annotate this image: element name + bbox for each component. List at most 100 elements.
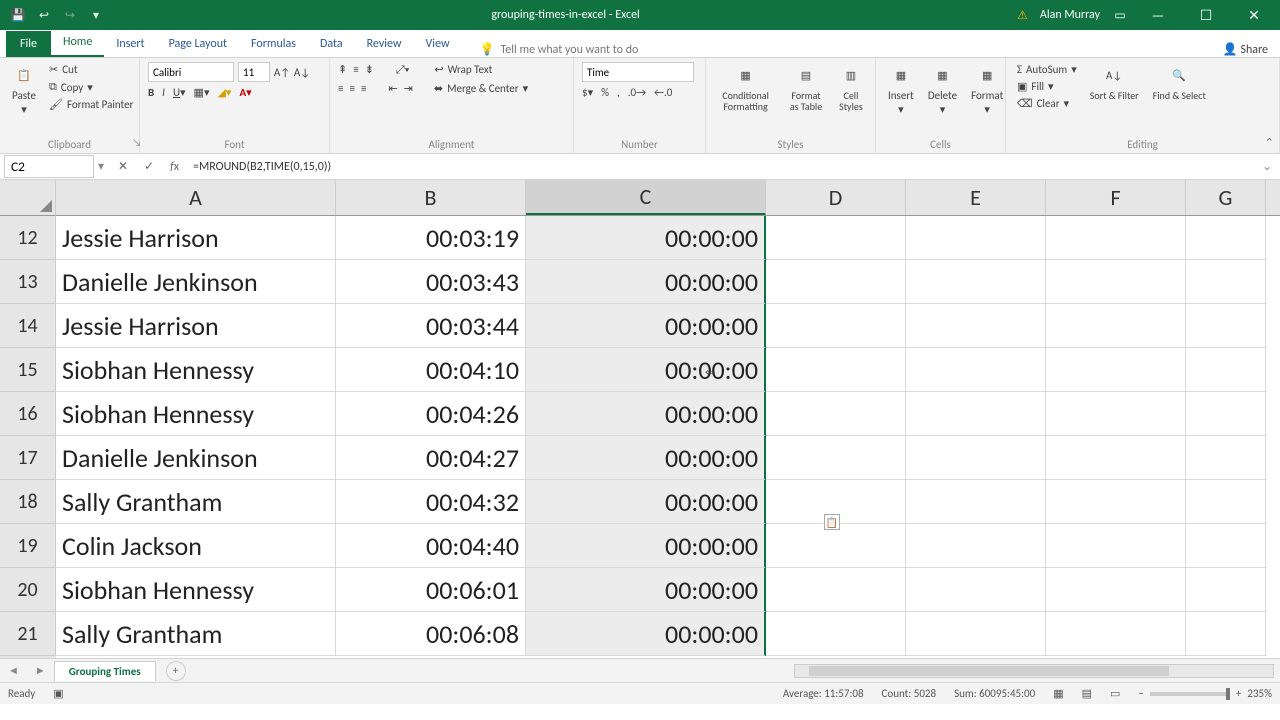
paste-button[interactable]: 📋 Paste ▾ xyxy=(8,62,40,118)
row-header[interactable]: 17 xyxy=(0,436,56,480)
cell[interactable]: 00:06:08 xyxy=(336,612,526,656)
cell[interactable] xyxy=(1046,612,1186,656)
cell[interactable] xyxy=(1186,436,1266,480)
share-button[interactable]: 👤 Share xyxy=(1223,42,1268,57)
cell[interactable] xyxy=(766,568,906,612)
decrease-font-icon[interactable]: A↓ xyxy=(294,64,310,80)
fill-button[interactable]: ▣Fill▾ xyxy=(1014,79,1080,94)
collapse-ribbon-icon[interactable]: ⌃ xyxy=(1265,136,1274,149)
cell[interactable] xyxy=(906,216,1046,260)
cell[interactable] xyxy=(906,392,1046,436)
font-name-input[interactable] xyxy=(148,62,234,82)
cell[interactable] xyxy=(1046,568,1186,612)
fx-icon[interactable]: fx xyxy=(162,160,187,174)
ribbon-display-icon[interactable]: ▭ xyxy=(1112,7,1128,23)
row-header[interactable]: 20 xyxy=(0,568,56,612)
cell[interactable] xyxy=(766,612,906,656)
cancel-formula-icon[interactable]: ✕ xyxy=(110,159,136,174)
column-header-b[interactable]: B xyxy=(336,180,526,215)
comma-format-icon[interactable]: , xyxy=(617,86,620,99)
cell[interactable]: 00:03:44 xyxy=(336,304,526,348)
align-middle-icon[interactable]: ≡ xyxy=(353,63,358,76)
redo-icon[interactable]: ↪ xyxy=(62,7,78,23)
cell[interactable]: Sally Grantham xyxy=(56,612,336,656)
cell[interactable]: Siobhan Hennessy xyxy=(56,568,336,612)
column-header-f[interactable]: F xyxy=(1046,180,1186,215)
cell[interactable] xyxy=(766,260,906,304)
view-normal-icon[interactable]: ▦ xyxy=(1053,687,1063,700)
cell[interactable]: Danielle Jenkinson xyxy=(56,260,336,304)
increase-decimal-icon[interactable]: .0→ xyxy=(628,86,646,99)
cell[interactable]: 00:04:27 xyxy=(336,436,526,480)
cell[interactable] xyxy=(1046,480,1186,524)
cell[interactable] xyxy=(1186,304,1266,348)
close-button[interactable]: ✕ xyxy=(1236,7,1272,24)
cell[interactable] xyxy=(906,304,1046,348)
cell[interactable] xyxy=(1186,480,1266,524)
cell[interactable] xyxy=(1186,216,1266,260)
cell[interactable] xyxy=(766,392,906,436)
cell[interactable]: 00:04:40 xyxy=(336,524,526,568)
tab-home[interactable]: Home xyxy=(51,29,104,57)
cell[interactable] xyxy=(906,524,1046,568)
chevron-down-icon[interactable]: ▾ xyxy=(98,159,110,174)
cell[interactable]: 00:00:00 xyxy=(526,612,766,656)
row-header[interactable]: 19 xyxy=(0,524,56,568)
column-header-a[interactable]: A xyxy=(56,180,336,215)
align-left-icon[interactable]: ≡ xyxy=(338,82,343,95)
bold-button[interactable]: B xyxy=(148,86,154,99)
cell[interactable] xyxy=(1046,348,1186,392)
decrease-decimal-icon[interactable]: ←.0 xyxy=(654,86,672,99)
cell[interactable] xyxy=(1046,392,1186,436)
number-format-select[interactable] xyxy=(582,62,694,82)
row-header[interactable]: 15 xyxy=(0,348,56,392)
cell[interactable]: 00:00:00 xyxy=(526,524,766,568)
copy-button[interactable]: ⧉Copy▾ xyxy=(46,79,136,95)
dialog-launcher-icon[interactable]: ↘ xyxy=(132,136,142,149)
cell[interactable]: 00:03:43 xyxy=(336,260,526,304)
tab-data[interactable]: Data xyxy=(308,31,355,57)
cell[interactable] xyxy=(1186,260,1266,304)
clear-button[interactable]: ⌫Clear▾ xyxy=(1014,96,1080,111)
view-page-layout-icon[interactable]: ▤ xyxy=(1082,687,1092,700)
cell[interactable]: Colin Jackson xyxy=(56,524,336,568)
cell[interactable]: Jessie Harrison xyxy=(56,216,336,260)
enter-formula-icon[interactable]: ✓ xyxy=(136,159,162,174)
zoom-out-icon[interactable]: − xyxy=(1138,687,1143,700)
delete-cells-button[interactable]: ▦Delete▾ xyxy=(924,62,961,118)
view-page-break-icon[interactable]: ▭ xyxy=(1110,687,1120,700)
cell-styles-button[interactable]: ▥Cell Styles xyxy=(835,62,867,114)
cell[interactable]: 00:00:00 xyxy=(526,304,766,348)
cell[interactable] xyxy=(906,348,1046,392)
cell[interactable]: Siobhan Hennessy xyxy=(56,392,336,436)
increase-font-icon[interactable]: A↑ xyxy=(274,64,290,80)
cell[interactable]: 00:00:00 xyxy=(526,216,766,260)
format-as-table-button[interactable]: ▤Format as Table xyxy=(783,62,829,114)
cell[interactable]: 00:00:00 xyxy=(526,348,766,392)
cell[interactable] xyxy=(1186,612,1266,656)
cell[interactable] xyxy=(906,612,1046,656)
tab-view[interactable]: View xyxy=(414,31,462,57)
save-icon[interactable]: 💾 xyxy=(10,7,26,23)
column-header-e[interactable]: E xyxy=(906,180,1046,215)
cell[interactable] xyxy=(766,524,906,568)
cell[interactable] xyxy=(766,216,906,260)
column-header-g[interactable]: G xyxy=(1186,180,1266,215)
tab-nav-next-icon[interactable]: ► xyxy=(27,664,54,677)
cell[interactable]: Siobhan Hennessy xyxy=(56,348,336,392)
tab-formulas[interactable]: Formulas xyxy=(239,31,308,57)
cell[interactable] xyxy=(766,304,906,348)
insert-cells-button[interactable]: ▦Insert▾ xyxy=(884,62,918,118)
cut-button[interactable]: ✂Cut xyxy=(46,62,136,77)
cell[interactable]: 00:00:00 xyxy=(526,392,766,436)
row-header[interactable]: 18 xyxy=(0,480,56,524)
formula-input[interactable]: =MROUND(B2,TIME(0,15,0)) xyxy=(187,158,1254,176)
format-painter-button[interactable]: 🖌Format Painter xyxy=(46,97,136,112)
cell[interactable] xyxy=(1186,524,1266,568)
align-bottom-icon[interactable]: ⇟ xyxy=(365,63,374,76)
paste-options-icon[interactable]: 📋 xyxy=(824,514,840,530)
macro-record-icon[interactable]: ▣ xyxy=(53,687,63,700)
border-button[interactable]: ▦▾ xyxy=(194,86,210,99)
zoom-in-icon[interactable]: + xyxy=(1236,687,1241,700)
orientation-icon[interactable]: ⤢▾ xyxy=(396,63,409,77)
